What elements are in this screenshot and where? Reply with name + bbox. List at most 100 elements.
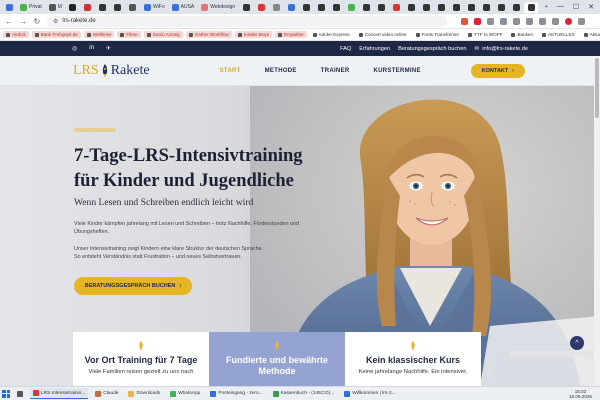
telegram-icon[interactable]: ✈ xyxy=(106,45,111,52)
browser-tab[interactable] xyxy=(239,2,253,13)
browser-tab[interactable]: Webdesign xyxy=(198,2,238,13)
menu-icon[interactable] xyxy=(578,17,585,25)
tab-favicon-icon xyxy=(377,3,385,11)
bookmark-item[interactable]: Daniu Anzeig xyxy=(143,31,183,38)
taskbar-item[interactable] xyxy=(14,388,26,399)
tab-label: Webdesign xyxy=(210,4,236,10)
brave-shield-icon[interactable] xyxy=(461,17,468,25)
taskbar-item[interactable]: LRS Intensivtrainin... xyxy=(30,388,89,399)
nav-methode[interactable]: METHODE xyxy=(265,68,297,74)
system-clock[interactable]: 15:02 16.09.2025 xyxy=(569,389,598,399)
browser-tab[interactable] xyxy=(464,2,478,13)
bookmark-item[interactable]: Banken xyxy=(508,31,536,38)
taskbar-item[interactable]: Downloads xyxy=(125,388,163,399)
browser-tab[interactable] xyxy=(81,2,95,13)
back-arrow-icon[interactable]: ← xyxy=(5,17,13,26)
extension-icon[interactable] xyxy=(487,17,494,25)
windows-start-icon[interactable] xyxy=(2,389,10,398)
bookmark-favicon-icon xyxy=(278,32,283,37)
bookmark-item[interactable]: Bank Frühgspil.de xyxy=(31,31,81,38)
taskbar-item[interactable]: Kassenbuch - (14ECO)... xyxy=(270,388,338,399)
browser-tab[interactable] xyxy=(96,2,110,13)
reload-icon[interactable]: ↻ xyxy=(33,17,41,26)
warning-icon[interactable] xyxy=(474,17,481,25)
address-bar[interactable]: ⚙ lrs-rakete.de xyxy=(47,15,447,27)
browser-tab[interactable] xyxy=(2,2,16,13)
site-info-icon[interactable]: ⚙ xyxy=(53,18,58,25)
bookmarks-bar: Airdick Bank Frühgspil.de Wellness Filme Dan… xyxy=(0,29,600,41)
bookmark-item[interactable]: Empathie xyxy=(275,31,307,38)
bookmark-item[interactable]: AKTUELLES xyxy=(539,31,578,38)
browser-tab[interactable]: M xyxy=(46,2,65,13)
bookmark-item[interactable]: Airdick xyxy=(3,31,29,38)
kontakt-button[interactable]: KONTAKT › xyxy=(470,63,525,78)
browser-tab[interactable] xyxy=(66,2,80,13)
extension-icon[interactable] xyxy=(539,17,546,25)
forward-arrow-icon[interactable]: → xyxy=(19,17,27,26)
browser-tab[interactable] xyxy=(299,2,313,13)
extension-icon[interactable] xyxy=(513,17,520,25)
browser-tab[interactable]: WiFo xyxy=(141,2,168,13)
browser-tab[interactable] xyxy=(479,2,493,13)
browser-tab[interactable]: AUSA xyxy=(169,2,198,13)
minimize-icon[interactable]: — xyxy=(557,3,564,11)
browser-tab[interactable] xyxy=(254,2,268,13)
taskbar-item[interactable]: Willkommen | lrs-3... xyxy=(341,388,398,399)
maximize-icon[interactable]: ☐ xyxy=(573,3,579,11)
taskbar-item[interactable]: WhatsApp xyxy=(167,388,203,399)
taskbar-item[interactable]: Posteingang - zero... xyxy=(207,388,265,399)
bookmark-item[interactable]: Gather Workflow xyxy=(185,31,232,38)
browser-tab[interactable] xyxy=(434,2,448,13)
browser-tab[interactable] xyxy=(344,2,358,13)
extension-icon[interactable] xyxy=(526,17,533,25)
browser-tab[interactable] xyxy=(329,2,343,13)
page-scrollbar[interactable] xyxy=(594,56,600,386)
nav-trainer[interactable]: TRAINER xyxy=(321,68,350,74)
email-link[interactable]: ✉ info@lrs-rakete.de xyxy=(475,46,528,52)
browser-tab[interactable] xyxy=(509,2,523,13)
bookmark-item[interactable]: Wellness xyxy=(83,31,115,38)
browser-tab[interactable] xyxy=(449,2,463,13)
instagram-icon[interactable]: ◎ xyxy=(72,45,77,52)
browser-tab[interactable] xyxy=(494,2,508,13)
taskbar-item[interactable]: Claude xyxy=(92,388,121,399)
bookmark-label: Concert video online xyxy=(364,32,407,37)
close-icon[interactable]: ✕ xyxy=(588,3,594,11)
browser-tab[interactable] xyxy=(269,2,283,13)
extension-icon[interactable] xyxy=(500,17,507,25)
profile-avatar-icon[interactable] xyxy=(565,17,572,25)
browser-tab[interactable] xyxy=(111,2,125,13)
bookmark-item[interactable]: Fonts Transformer xyxy=(413,31,463,38)
extension-icon[interactable] xyxy=(552,17,559,25)
faq-link[interactable]: FAQ xyxy=(340,46,351,52)
browser-tab[interactable] xyxy=(284,2,298,13)
nav-kurstermine[interactable]: KURSTERMINE xyxy=(374,68,421,74)
browser-tab[interactable] xyxy=(374,2,388,13)
beratungsgespraech-button[interactable]: BERATUNGSGESPRÄCH BUCHEN › xyxy=(74,277,192,295)
erfahrungen-link[interactable]: Erfahrungen xyxy=(359,46,390,52)
browser-tab[interactable] xyxy=(314,2,328,13)
bookmark-item[interactable]: TTF to WOFF xyxy=(465,31,505,38)
browser-tab[interactable] xyxy=(419,2,433,13)
browser-tab[interactable] xyxy=(524,1,539,13)
linkedin-icon[interactable]: in xyxy=(89,45,94,52)
browser-tab[interactable] xyxy=(126,2,140,13)
scrollbar-thumb[interactable] xyxy=(595,58,599,118)
bookmark-item[interactable]: Filme xyxy=(117,31,141,38)
tab-favicon-icon xyxy=(84,3,92,11)
new-tab-button[interactable]: + xyxy=(539,2,553,13)
nav-start[interactable]: START xyxy=(220,68,241,74)
beratung-link[interactable]: Beratungsgespräch buchen xyxy=(398,46,466,52)
bookmark-item[interactable]: Concert video online xyxy=(356,31,410,38)
bookmark-item[interactable]: Insider Buys xyxy=(234,31,273,38)
bookmark-item[interactable]: Aktuelle Kunden xyxy=(581,31,600,38)
browser-tab[interactable] xyxy=(404,2,418,13)
browser-tab[interactable] xyxy=(359,2,373,13)
site-logo[interactable]: LRS Rakete xyxy=(73,63,150,79)
scroll-to-top-button[interactable]: ^ xyxy=(570,336,584,350)
browser-tab[interactable]: Privat xyxy=(17,2,45,13)
bookmark-item[interactable]: Adobe Express xyxy=(310,31,353,38)
browser-tab[interactable] xyxy=(389,2,403,13)
bookmark-label: Aktuelle Kunden xyxy=(589,32,600,37)
clock-date: 16.09.2025 xyxy=(569,393,592,399)
